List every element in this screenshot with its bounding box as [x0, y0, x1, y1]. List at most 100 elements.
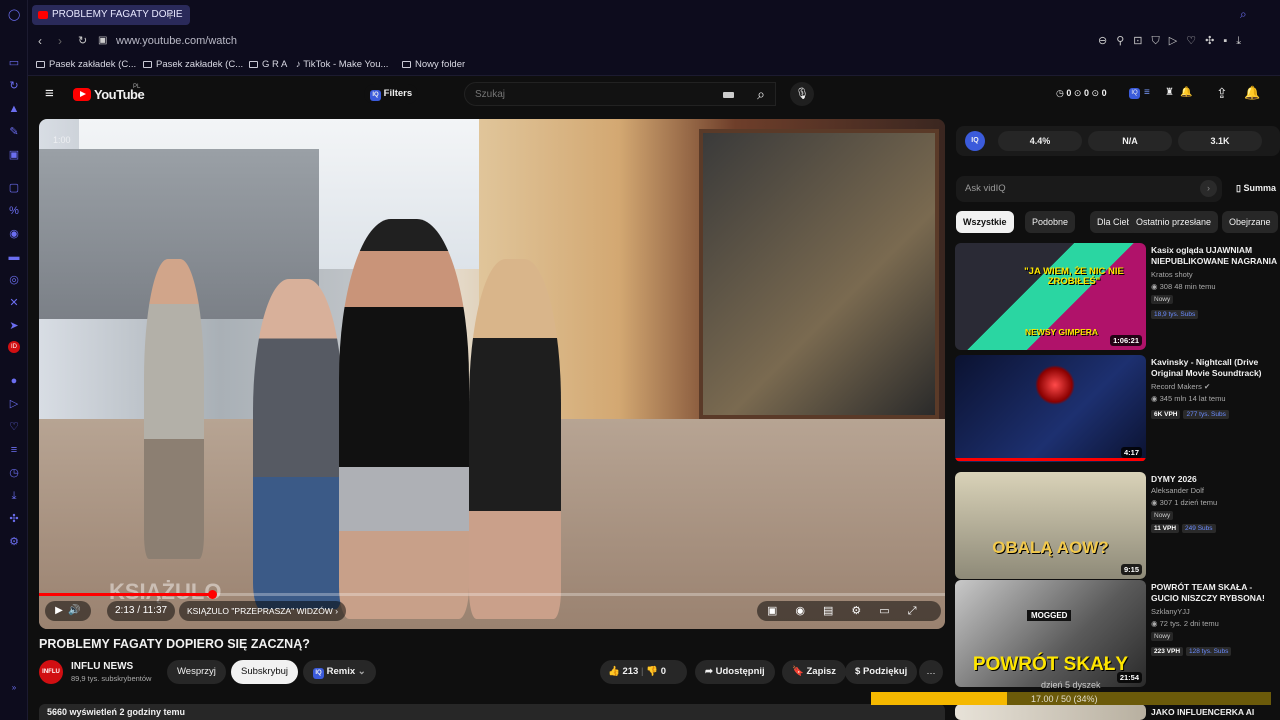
rec-title[interactable]: POWRÓT TEAM SKAŁA - GUCIO NISZCZY RYBSON… [1151, 582, 1279, 604]
like-icon[interactable]: 👍 [608, 666, 620, 677]
sidebar-heart-icon[interactable]: ♡ [8, 421, 20, 433]
sidebar-download-icon[interactable]: ⤓ [8, 490, 20, 502]
dislike-count[interactable]: 0 [661, 666, 666, 677]
snapshot-icon[interactable]: ⊡ [1133, 35, 1151, 47]
download-icon[interactable]: ⤓ [1236, 35, 1250, 47]
summary-button[interactable]: ▯ Summa [1236, 183, 1276, 194]
sidebar-x-icon[interactable]: ✕ [8, 297, 20, 309]
description-views[interactable]: 5660 wyświetleń 2 godziny temu [39, 704, 945, 720]
vidiq-alert-icon[interactable]: 🔔 [1180, 87, 1192, 98]
chip-watched[interactable]: Obejrzane [1222, 211, 1278, 233]
sidebar-settings-icon[interactable]: ⚙ [8, 536, 20, 548]
rec-item[interactable]: 4:17 Kavinsky - Nightcall (Drive Origina… [955, 355, 1280, 463]
url-field[interactable]: www.youtube.com/watch [116, 35, 237, 47]
progress-bar[interactable] [39, 590, 945, 599]
more-actions-icon[interactable]: … [919, 660, 943, 684]
forward-icon[interactable]: › [58, 34, 62, 48]
rec-channel[interactable]: Kratos shoty [1151, 270, 1193, 279]
sidebar-collapse-icon[interactable]: » [8, 682, 20, 694]
support-button[interactable]: Wesprzyj [167, 660, 226, 684]
rec-item[interactable]: "JA WIEM, ŻE NIC NIE ZROBIŁEŚ" NEWSY GIM… [955, 243, 1280, 351]
shield-icon[interactable]: ⛉ [1152, 35, 1169, 47]
player-icon[interactable]: ▷ [1169, 35, 1186, 47]
opera-logo-icon[interactable]: ◯ [8, 9, 20, 21]
fullscreen-icon[interactable]: ⤢ [908, 605, 935, 617]
reload-icon[interactable]: ↻ [78, 34, 87, 47]
upload-icon[interactable]: ⇪ [1216, 85, 1228, 102]
sidebar-pen-icon[interactable]: ✎ [8, 126, 20, 138]
scrubber-handle[interactable] [208, 590, 218, 599]
share-button[interactable]: ➦ Udostępnij [695, 660, 775, 684]
rec-thumbnail[interactable] [955, 704, 1146, 720]
vidiq-player-icon[interactable]: ▣ [767, 605, 795, 617]
extensions-icon[interactable]: ✣ [1205, 35, 1223, 47]
sidebar-home-icon[interactable]: ▭ [8, 57, 20, 69]
vidiq-stat-na[interactable]: N/A [1088, 131, 1172, 151]
thanks-button[interactable]: $ Podziękuj [845, 660, 918, 684]
vidiq-logo-icon[interactable]: IQ [965, 131, 985, 151]
rec-item[interactable]: OBALĄ AOW? 9:15 DYMY 2026 Aleksander Dol… [955, 472, 1280, 580]
chip-recent[interactable]: Ostatnio przesłane [1129, 211, 1219, 233]
zoom-icon[interactable]: ⊖ [1098, 35, 1116, 47]
chip-all[interactable]: Wszystkie [956, 211, 1014, 233]
ask-send-icon[interactable]: › [1200, 180, 1217, 197]
vidiq-extension-icon[interactable]: IQ [1129, 88, 1140, 99]
sidebar-list-icon[interactable]: ≡ [8, 444, 20, 456]
sidebar-send-icon[interactable]: ▷ [8, 398, 20, 410]
rec-item[interactable]: JAKO INFLUENCERKA AI [955, 704, 1280, 720]
search-icon[interactable]: ⌕ [746, 82, 776, 106]
rec-title[interactable]: DYMY 2026 [1151, 474, 1279, 485]
sidebar-history-icon[interactable]: ◷ [8, 467, 20, 479]
bookmark-folder-new[interactable]: Nowy folder [402, 59, 465, 70]
channel-name[interactable]: INFLU NEWS [71, 661, 133, 672]
sidebar-discord-icon[interactable]: ▬ [8, 251, 20, 263]
play-icon[interactable]: ▶ [55, 605, 63, 616]
sidebar-aria-icon[interactable]: ▲ [8, 103, 20, 115]
rec-title[interactable]: JAKO INFLUENCERKA AI [1151, 707, 1279, 718]
rec-title[interactable]: Kavinsky - Nightcall (Drive Original Mov… [1151, 357, 1279, 379]
vidiq-badge-icon[interactable]: ♜ [1165, 87, 1174, 98]
video-player[interactable]: 1:00 KSIĄŻULO ▶ 🔊 2:13 / 11:37 KSIĄŻULO … [39, 119, 945, 629]
subscribe-button[interactable]: Subskrybuj [231, 660, 298, 684]
rec-title[interactable]: Kasix ogląda UJAWNIAM NIEPUBLIKOWANE NAG… [1151, 245, 1279, 267]
rec-channel[interactable]: SzklanyYJJ [1151, 607, 1190, 616]
subtitles-icon[interactable]: ▤ [823, 605, 851, 617]
keyboard-icon[interactable] [723, 92, 734, 98]
bookmark-folder-gra[interactable]: G R A [249, 59, 287, 70]
pin-icon[interactable]: ⚲ [1116, 35, 1133, 47]
back-icon[interactable]: ‹ [38, 34, 42, 48]
bookmark-tiktok[interactable]: ♪ TikTok - Make You... [296, 59, 388, 70]
rec-thumbnail[interactable]: "JA WIEM, ŻE NIC NIE ZROBIŁEŚ" NEWSY GIM… [955, 243, 1146, 350]
sidebar-percent-icon[interactable]: % [8, 205, 20, 217]
rec-thumbnail[interactable]: 4:17 [955, 355, 1146, 462]
sidebar-app-icon[interactable]: ID [8, 341, 20, 353]
search-input[interactable] [475, 87, 715, 101]
ask-vidiq-box[interactable]: Ask vidIQ › [956, 176, 1222, 202]
autoplay-icon[interactable]: ◉ [795, 605, 823, 617]
rec-channel[interactable]: Aleksander Dolf [1151, 486, 1204, 495]
vidiq-stat-engagement[interactable]: 4.4% [998, 131, 1082, 151]
channel-avatar[interactable]: INFLU [39, 660, 63, 684]
rec-thumbnail[interactable]: MOGGED POWRÓT SKAŁY 21:54 [955, 580, 1146, 687]
sidebar-messenger-icon[interactable]: ◉ [8, 228, 20, 240]
sidebar-instagram-icon[interactable]: ◎ [8, 274, 20, 286]
bookmark-folder-2[interactable]: Pasek zakładek (C... [143, 59, 243, 70]
sidebar-telegram-icon[interactable]: ➤ [8, 320, 20, 332]
sidebar-refresh-icon[interactable]: ↻ [8, 80, 20, 92]
remix-button[interactable]: IQ Remix ⌄ [303, 660, 376, 684]
chip-similar[interactable]: Podobne [1025, 211, 1076, 233]
notifications-icon[interactable]: 🔔 [1244, 85, 1260, 101]
rec-thumbnail[interactable]: OBALĄ AOW? 9:15 [955, 472, 1146, 579]
chapter-button[interactable]: KSIĄŻULO "PRZEPRASZA" WIDZÓW › [179, 601, 347, 621]
heart-icon[interactable]: ♡ [1186, 35, 1205, 47]
rec-item[interactable]: MOGGED POWRÓT SKAŁY 21:54 POWRÓT TEAM SK… [955, 580, 1280, 688]
theater-icon[interactable]: ▭ [879, 605, 907, 617]
rec-channel[interactable]: Record Makers ✔ [1151, 382, 1210, 391]
dislike-icon[interactable]: 👎 [646, 666, 658, 677]
vidiq-filters-button[interactable]: IQ Filters [364, 84, 419, 104]
profile-icon[interactable]: ▪ [1223, 35, 1236, 47]
vidiq-stat-score[interactable]: 3.1K [1178, 131, 1262, 151]
new-tab-icon[interactable]: + [166, 5, 174, 25]
bookmark-folder-1[interactable]: Pasek zakładek (C... [36, 59, 136, 70]
tab-search-icon[interactable]: ⌕ [1240, 7, 1247, 22]
